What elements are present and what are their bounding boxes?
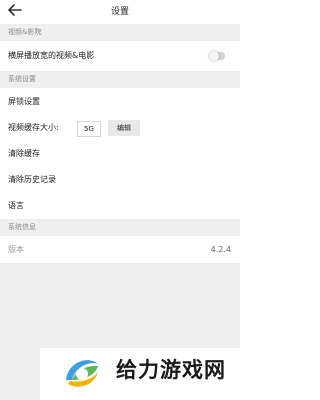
page-title: 设置 [110,7,129,17]
edit-button[interactable]: 编辑 [108,120,140,136]
clear-history-label: 清除历史记录 [8,175,56,184]
landscape-play-label: 横屏播放宽的视频&电影 [8,51,95,60]
watermark-text: 给力游戏网 [116,358,226,382]
toggle-knob [209,51,219,61]
language-row[interactable]: 语言 [0,193,240,219]
watermark: 给力游戏网 [40,348,240,400]
clear-history-row[interactable]: 清除历史记录 [0,167,240,193]
watermark-logo-icon [60,352,102,394]
title-bar: 设置 [0,0,240,22]
video-cache-label: 视频缓存大小: [8,123,59,132]
language-label: 语言 [8,201,24,210]
section-header-system-info: 系统信息 [0,219,240,236]
section-header-video: 视频&影院 [0,24,240,41]
version-label: 版本 [8,245,24,254]
video-cache-row: 视频缓存大小: 5G 编辑 [0,115,240,141]
version-value: 4.2.4 [210,245,231,254]
lock-screen-setting-row[interactable]: 屏锁设置 [0,89,240,115]
clear-cache-row[interactable]: 清除缓存 [0,141,240,167]
version-row: 版本 4.2.4 [0,237,240,263]
section-header-system-settings: 系统设置 [0,71,240,88]
clear-cache-label: 清除缓存 [8,149,40,158]
lock-screen-label: 屏锁设置 [8,97,40,106]
landscape-play-row[interactable]: 横屏播放宽的视频&电影 [0,43,240,69]
landscape-play-toggle[interactable] [209,51,225,61]
video-cache-value: 5G [77,121,101,137]
